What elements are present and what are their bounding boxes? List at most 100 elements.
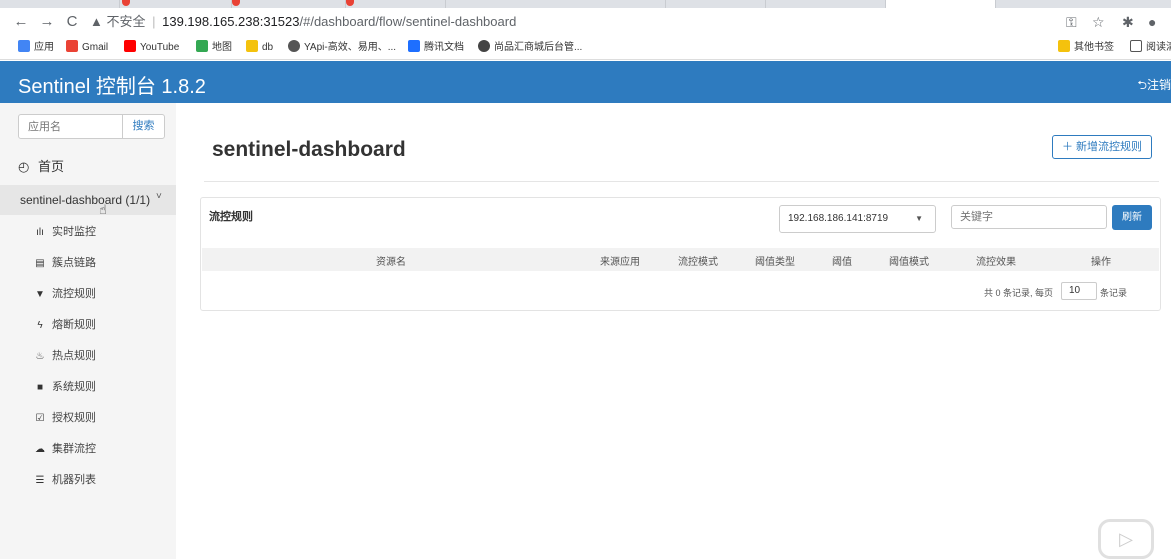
bar-chart-icon: ılı xyxy=(36,227,44,238)
url-field[interactable]: ▲ 不安全 | 139.198.165.238:31523/#/dashboar… xyxy=(90,11,1050,33)
reading-list-icon xyxy=(1130,40,1142,52)
column-header: 流控效果 xyxy=(976,257,1016,268)
column-header: 流控模式 xyxy=(678,257,718,268)
bookmark-label: Gmail xyxy=(82,42,109,53)
url-path: /#/dashboard/flow/sentinel-dashboard xyxy=(299,14,517,29)
bookmark-shop-admin[interactable]: 尚品汇商城后台管... xyxy=(478,40,582,56)
sidebar-item-label: 簇点链路 xyxy=(52,257,96,269)
browser-tab[interactable] xyxy=(0,0,120,8)
bookmark-maps[interactable]: 地图 xyxy=(196,40,232,56)
sidebar-item-realtime-monitor[interactable]: ılı 实时监控 xyxy=(34,223,96,241)
app-title[interactable]: Sentinel 控制台 1.8.2 xyxy=(18,70,206,99)
forward-arrow-icon[interactable]: → xyxy=(38,13,56,31)
url-host: 139.198.165.238:31523 xyxy=(162,14,300,29)
browser-tab-active[interactable] xyxy=(886,0,996,8)
browser-tab[interactable] xyxy=(346,0,446,8)
page-title: sentinel-dashboard xyxy=(212,138,406,161)
sidebar-item-degrade-rules[interactable]: ϟ 熔断规则 xyxy=(34,316,96,334)
sidebar-item-label: 熔断规则 xyxy=(52,319,96,331)
machine-select[interactable]: 192.168.186.141:8719 ▼ xyxy=(779,205,936,233)
sidebar-item-flow-rules[interactable]: ▼ 流控规则 xyxy=(34,285,96,303)
pagination-suffix: 条记录 xyxy=(1100,288,1128,298)
youtube-icon xyxy=(124,40,136,52)
browser-tab-strip xyxy=(0,0,1171,8)
app-search-input[interactable] xyxy=(18,114,123,139)
machine-select-value: 192.168.186.141:8719 xyxy=(788,213,889,224)
list-icon: ▤ xyxy=(35,258,45,269)
bookmark-reading-list[interactable]: 阅读清 xyxy=(1130,40,1171,56)
apps-grid-icon xyxy=(18,40,30,52)
bookmark-tencent-docs[interactable]: 腾讯文档 xyxy=(408,40,464,56)
dashboard-icon: ◴ xyxy=(18,159,30,174)
bookmark-label: 其他书签 xyxy=(1074,42,1114,53)
home-link[interactable]: ◴ 首页 xyxy=(18,158,64,176)
logout-link[interactable]: ⮌注销 xyxy=(1137,76,1171,97)
refresh-button[interactable]: 刷新 xyxy=(1112,205,1152,230)
browser-tab[interactable] xyxy=(446,0,666,8)
profile-icon[interactable]: ● xyxy=(1148,14,1156,30)
bookmark-label: 腾讯文档 xyxy=(424,42,464,53)
column-header: 阈值类型 xyxy=(755,257,795,268)
sidebar: 搜索 ◴ 首页 sentinel-dashboard (1/1) ˅ ☝ ılı 实… xyxy=(0,103,176,559)
browser-tab[interactable] xyxy=(232,0,346,8)
bookmark-label: db xyxy=(262,42,274,53)
sidebar-item-label: 机器列表 xyxy=(52,474,96,486)
bookmark-label: 尚品汇商城后台管... xyxy=(494,42,583,53)
sidebar-item-cluster-flow[interactable]: ☁ 集群流控 xyxy=(34,440,96,458)
reload-icon[interactable]: C xyxy=(63,13,81,31)
column-header: 操作 xyxy=(1091,257,1111,268)
flow-rules-panel: 流控规则 192.168.186.141:8719 ▼ 刷新 资源名 来源应用 … xyxy=(200,197,1161,311)
column-header: 资源名 xyxy=(376,257,406,268)
bookmark-label: 地图 xyxy=(212,42,232,53)
bookmark-gmail[interactable]: Gmail xyxy=(66,40,108,56)
check-square-icon: ☑ xyxy=(35,413,45,424)
back-arrow-icon[interactable]: ← xyxy=(12,13,30,31)
column-header: 阈值 xyxy=(832,257,852,268)
bookmark-label: 阅读清 xyxy=(1146,42,1171,53)
key-icon[interactable]: ⚿ xyxy=(1066,14,1077,31)
address-bar-row: ← → C ▲ 不安全 | 139.198.165.238:31523/#/da… xyxy=(0,8,1171,36)
yapi-icon xyxy=(288,40,300,52)
panel-title: 流控规则 xyxy=(209,211,253,223)
globe-icon xyxy=(478,40,490,52)
bookmark-apps[interactable]: 应用 xyxy=(18,40,54,56)
gmail-icon xyxy=(66,40,78,52)
filter-icon: ▼ xyxy=(35,289,45,300)
sidebar-item-label: 集群流控 xyxy=(52,443,96,455)
bookmark-yapi[interactable]: YApi-高效、易用、... xyxy=(288,40,396,56)
mouse-cursor-icon: ☝ xyxy=(99,202,107,217)
bookmark-youtube[interactable]: YouTube xyxy=(124,40,179,56)
maps-icon xyxy=(196,40,208,52)
sidebar-item-machine-list[interactable]: ☰ 机器列表 xyxy=(34,471,96,489)
search-button[interactable]: 搜索 xyxy=(122,114,165,139)
bookmark-other[interactable]: 其他书签 xyxy=(1058,40,1114,56)
play-icon[interactable]: ▷ xyxy=(1098,519,1154,559)
keyword-search-input[interactable] xyxy=(951,205,1107,229)
browser-tab[interactable] xyxy=(766,0,886,8)
sidebar-item-cluster-point-link[interactable]: ▤ 簇点链路 xyxy=(34,254,96,272)
sidebar-item-system-rules[interactable]: ■ 系统规则 xyxy=(34,378,96,396)
home-label: 首页 xyxy=(38,159,65,174)
url-separator: | xyxy=(152,14,156,29)
th-list-icon: ☰ xyxy=(35,475,45,486)
folder-icon xyxy=(1058,40,1070,52)
table-header: 资源名 来源应用 流控模式 阈值类型 阈值 阈值模式 流控效果 操作 xyxy=(202,248,1159,271)
sidebar-item-label: 系统规则 xyxy=(52,381,96,393)
bookmark-db[interactable]: db xyxy=(246,40,273,56)
bookmark-label: YApi-高效、易用、... xyxy=(304,42,397,53)
browser-tab[interactable] xyxy=(120,0,232,8)
bolt-icon: ϟ xyxy=(37,320,43,331)
app-group-sentinel-dashboard[interactable]: sentinel-dashboard (1/1) ˅ xyxy=(0,185,176,215)
page-size-input[interactable]: 10 xyxy=(1061,282,1097,300)
sidebar-item-hotspot-rules[interactable]: ♨ 热点规则 xyxy=(34,347,96,365)
browser-tab[interactable] xyxy=(666,0,766,8)
extension-icon[interactable]: ✱ xyxy=(1122,14,1134,31)
add-flow-rule-button[interactable]: ＋ 新增流控规则 xyxy=(1052,135,1152,159)
app-header: Sentinel 控制台 1.8.2 ⮌注销 xyxy=(0,61,1171,103)
star-icon[interactable]: ☆ xyxy=(1092,14,1105,31)
sidebar-item-label: 热点规则 xyxy=(52,350,96,362)
caret-down-icon: ▼ xyxy=(915,214,923,223)
cloud-icon: ☁ xyxy=(35,444,45,455)
sidebar-item-authority-rules[interactable]: ☑ 授权规则 xyxy=(34,409,96,427)
pagination-summary: 共 0 条记录, 每页 xyxy=(984,288,1054,298)
